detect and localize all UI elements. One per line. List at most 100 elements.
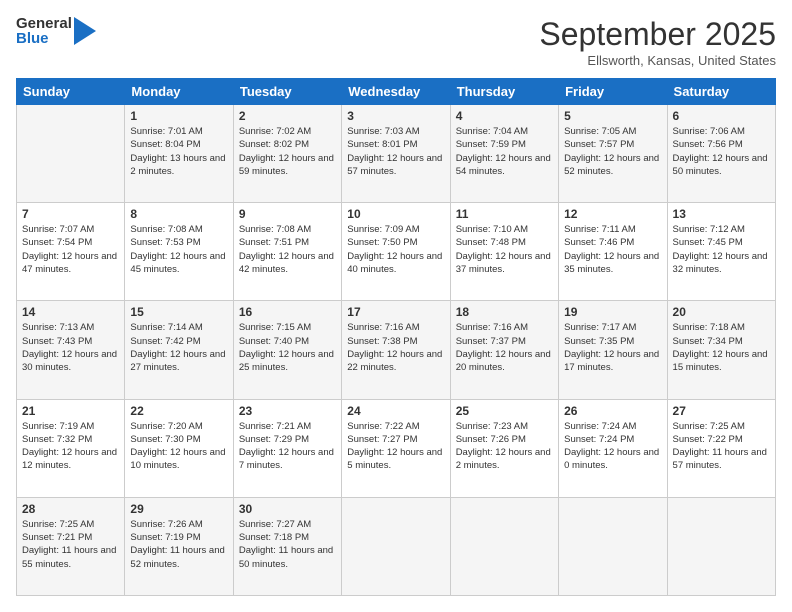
day-number: 9	[239, 207, 336, 221]
day-info: Sunrise: 7:15 AM Sunset: 7:40 PM Dayligh…	[239, 321, 336, 374]
sunset: Sunset: 7:51 PM	[239, 236, 336, 249]
calendar-week-0: 1 Sunrise: 7:01 AM Sunset: 8:04 PM Dayli…	[17, 105, 776, 203]
calendar-cell: 16 Sunrise: 7:15 AM Sunset: 7:40 PM Dayl…	[233, 301, 341, 399]
sunrise: Sunrise: 7:07 AM	[22, 223, 119, 236]
sunrise: Sunrise: 7:12 AM	[673, 223, 770, 236]
sunrise: Sunrise: 7:13 AM	[22, 321, 119, 334]
sunrise: Sunrise: 7:06 AM	[673, 125, 770, 138]
daylight: Daylight: 12 hours and 15 minutes.	[673, 348, 770, 375]
calendar-cell: 2 Sunrise: 7:02 AM Sunset: 8:02 PM Dayli…	[233, 105, 341, 203]
day-info: Sunrise: 7:06 AM Sunset: 7:56 PM Dayligh…	[673, 125, 770, 178]
day-number: 7	[22, 207, 119, 221]
day-info: Sunrise: 7:27 AM Sunset: 7:18 PM Dayligh…	[239, 518, 336, 571]
day-number: 10	[347, 207, 444, 221]
calendar-cell: 14 Sunrise: 7:13 AM Sunset: 7:43 PM Dayl…	[17, 301, 125, 399]
day-number: 29	[130, 502, 227, 516]
daylight: Daylight: 12 hours and 54 minutes.	[456, 152, 553, 179]
sunset: Sunset: 7:48 PM	[456, 236, 553, 249]
sunrise: Sunrise: 7:25 AM	[673, 420, 770, 433]
logo-text-blue: Blue	[16, 31, 72, 46]
day-number: 11	[456, 207, 553, 221]
sunset: Sunset: 7:43 PM	[22, 335, 119, 348]
day-number: 21	[22, 404, 119, 418]
daylight: Daylight: 12 hours and 37 minutes.	[456, 250, 553, 277]
sunset: Sunset: 7:40 PM	[239, 335, 336, 348]
day-number: 8	[130, 207, 227, 221]
calendar-cell: 15 Sunrise: 7:14 AM Sunset: 7:42 PM Dayl…	[125, 301, 233, 399]
calendar-cell: 8 Sunrise: 7:08 AM Sunset: 7:53 PM Dayli…	[125, 203, 233, 301]
day-number: 5	[564, 109, 661, 123]
calendar-cell: 9 Sunrise: 7:08 AM Sunset: 7:51 PM Dayli…	[233, 203, 341, 301]
day-number: 24	[347, 404, 444, 418]
sunset: Sunset: 7:37 PM	[456, 335, 553, 348]
sunrise: Sunrise: 7:22 AM	[347, 420, 444, 433]
col-wednesday: Wednesday	[342, 79, 450, 105]
sunset: Sunset: 7:57 PM	[564, 138, 661, 151]
sunrise: Sunrise: 7:17 AM	[564, 321, 661, 334]
sunset: Sunset: 7:18 PM	[239, 531, 336, 544]
day-info: Sunrise: 7:19 AM Sunset: 7:32 PM Dayligh…	[22, 420, 119, 473]
daylight: Daylight: 12 hours and 35 minutes.	[564, 250, 661, 277]
sunrise: Sunrise: 7:01 AM	[130, 125, 227, 138]
sunset: Sunset: 7:56 PM	[673, 138, 770, 151]
day-info: Sunrise: 7:14 AM Sunset: 7:42 PM Dayligh…	[130, 321, 227, 374]
daylight: Daylight: 12 hours and 17 minutes.	[564, 348, 661, 375]
sunset: Sunset: 7:32 PM	[22, 433, 119, 446]
sunrise: Sunrise: 7:08 AM	[130, 223, 227, 236]
daylight: Daylight: 12 hours and 12 minutes.	[22, 446, 119, 473]
daylight: Daylight: 12 hours and 50 minutes.	[673, 152, 770, 179]
sunset: Sunset: 7:24 PM	[564, 433, 661, 446]
calendar-cell: 10 Sunrise: 7:09 AM Sunset: 7:50 PM Dayl…	[342, 203, 450, 301]
daylight: Daylight: 12 hours and 52 minutes.	[564, 152, 661, 179]
daylight: Daylight: 12 hours and 45 minutes.	[130, 250, 227, 277]
daylight: Daylight: 12 hours and 2 minutes.	[456, 446, 553, 473]
calendar-week-3: 21 Sunrise: 7:19 AM Sunset: 7:32 PM Dayl…	[17, 399, 776, 497]
sunrise: Sunrise: 7:21 AM	[239, 420, 336, 433]
calendar-week-1: 7 Sunrise: 7:07 AM Sunset: 7:54 PM Dayli…	[17, 203, 776, 301]
month-title: September 2025	[539, 16, 776, 53]
sunrise: Sunrise: 7:24 AM	[564, 420, 661, 433]
day-info: Sunrise: 7:11 AM Sunset: 7:46 PM Dayligh…	[564, 223, 661, 276]
calendar-cell: 22 Sunrise: 7:20 AM Sunset: 7:30 PM Dayl…	[125, 399, 233, 497]
col-monday: Monday	[125, 79, 233, 105]
col-saturday: Saturday	[667, 79, 775, 105]
sunrise: Sunrise: 7:14 AM	[130, 321, 227, 334]
sunrise: Sunrise: 7:19 AM	[22, 420, 119, 433]
day-number: 1	[130, 109, 227, 123]
calendar-cell: 6 Sunrise: 7:06 AM Sunset: 7:56 PM Dayli…	[667, 105, 775, 203]
daylight: Daylight: 11 hours and 52 minutes.	[130, 544, 227, 571]
day-info: Sunrise: 7:18 AM Sunset: 7:34 PM Dayligh…	[673, 321, 770, 374]
calendar-cell	[342, 497, 450, 595]
sunrise: Sunrise: 7:27 AM	[239, 518, 336, 531]
day-info: Sunrise: 7:20 AM Sunset: 7:30 PM Dayligh…	[130, 420, 227, 473]
calendar-cell: 21 Sunrise: 7:19 AM Sunset: 7:32 PM Dayl…	[17, 399, 125, 497]
daylight: Daylight: 12 hours and 42 minutes.	[239, 250, 336, 277]
sunrise: Sunrise: 7:08 AM	[239, 223, 336, 236]
day-number: 17	[347, 305, 444, 319]
sunset: Sunset: 7:26 PM	[456, 433, 553, 446]
day-info: Sunrise: 7:02 AM Sunset: 8:02 PM Dayligh…	[239, 125, 336, 178]
calendar-cell: 18 Sunrise: 7:16 AM Sunset: 7:37 PM Dayl…	[450, 301, 558, 399]
sunset: Sunset: 7:45 PM	[673, 236, 770, 249]
location: Ellsworth, Kansas, United States	[539, 53, 776, 68]
day-number: 27	[673, 404, 770, 418]
day-info: Sunrise: 7:05 AM Sunset: 7:57 PM Dayligh…	[564, 125, 661, 178]
day-number: 15	[130, 305, 227, 319]
calendar-cell: 11 Sunrise: 7:10 AM Sunset: 7:48 PM Dayl…	[450, 203, 558, 301]
daylight: Daylight: 12 hours and 0 minutes.	[564, 446, 661, 473]
daylight: Daylight: 12 hours and 22 minutes.	[347, 348, 444, 375]
day-number: 26	[564, 404, 661, 418]
col-tuesday: Tuesday	[233, 79, 341, 105]
sunset: Sunset: 7:42 PM	[130, 335, 227, 348]
day-info: Sunrise: 7:04 AM Sunset: 7:59 PM Dayligh…	[456, 125, 553, 178]
header: General Blue September 2025 Ellsworth, K…	[16, 16, 776, 68]
daylight: Daylight: 12 hours and 40 minutes.	[347, 250, 444, 277]
day-number: 4	[456, 109, 553, 123]
sunset: Sunset: 7:21 PM	[22, 531, 119, 544]
calendar-cell: 27 Sunrise: 7:25 AM Sunset: 7:22 PM Dayl…	[667, 399, 775, 497]
day-number: 18	[456, 305, 553, 319]
sunrise: Sunrise: 7:23 AM	[456, 420, 553, 433]
day-info: Sunrise: 7:12 AM Sunset: 7:45 PM Dayligh…	[673, 223, 770, 276]
calendar-cell: 30 Sunrise: 7:27 AM Sunset: 7:18 PM Dayl…	[233, 497, 341, 595]
day-number: 12	[564, 207, 661, 221]
